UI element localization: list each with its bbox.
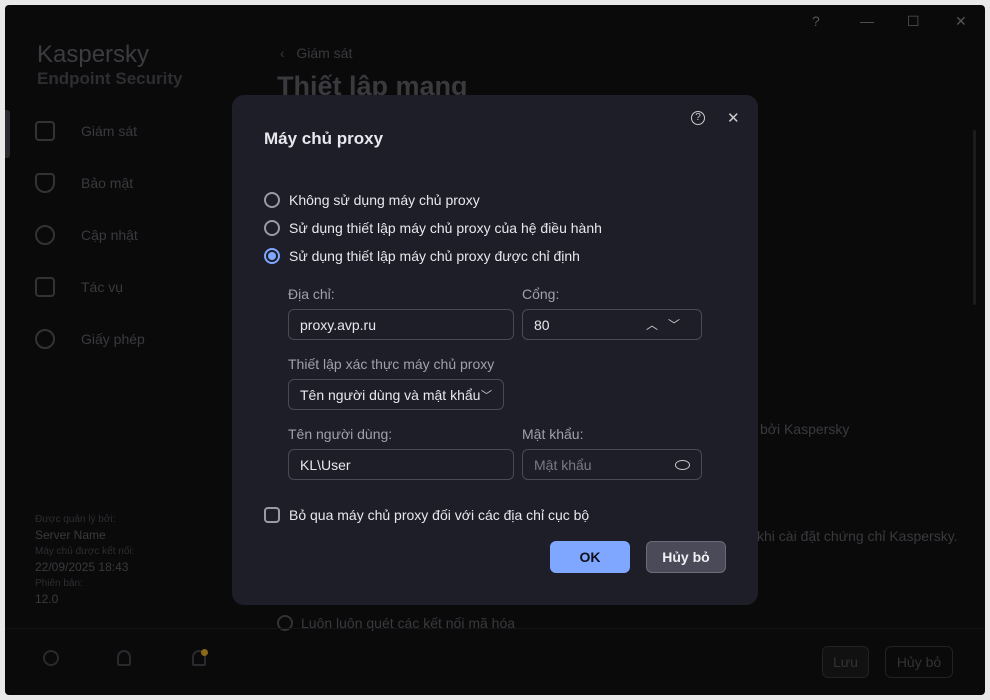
page-text: bởi Kaspersky bbox=[760, 421, 849, 437]
password-label: Mật khẩu: bbox=[522, 426, 583, 442]
shield-icon bbox=[35, 173, 55, 193]
proxy-dialog: Máy chủ proxy ? ✕ Không sử dụng máy chủ … bbox=[232, 95, 758, 605]
save-button[interactable]: Lưu bbox=[822, 646, 869, 678]
brand-name: Kaspersky bbox=[37, 41, 149, 69]
address-label: Địa chỉ: bbox=[288, 286, 335, 302]
decrement-icon[interactable]: ﹀ bbox=[668, 318, 690, 332]
version-label: Phiên bản: bbox=[35, 578, 83, 589]
radio-os-proxy[interactable]: Sử dụng thiết lập máy chủ proxy của hệ đ… bbox=[264, 220, 602, 236]
scrollbar[interactable] bbox=[973, 130, 976, 305]
auth-select[interactable]: Tên người dùng và mật khẩu﹀ bbox=[288, 379, 504, 410]
password-input[interactable]: Mật khẩu bbox=[522, 449, 702, 480]
connected-label: Máy chủ được kết nối: bbox=[35, 546, 134, 557]
help-button[interactable]: ? bbox=[812, 13, 820, 29]
radio-specified-proxy[interactable]: Sử dụng thiết lập máy chủ proxy được chỉ… bbox=[264, 248, 580, 264]
managed-value: Server Name bbox=[35, 528, 106, 542]
address-input[interactable]: proxy.avp.ru bbox=[288, 309, 514, 340]
minimize-button[interactable]: — bbox=[860, 13, 874, 29]
refresh-icon bbox=[35, 225, 55, 245]
page-text: khi cài đặt chứng chỉ Kaspersky. bbox=[757, 528, 958, 544]
auth-label: Thiết lập xác thực máy chủ proxy bbox=[288, 356, 494, 372]
support-icon[interactable] bbox=[117, 650, 131, 666]
brand-product: Endpoint Security bbox=[37, 69, 182, 89]
close-icon[interactable]: ✕ bbox=[727, 109, 740, 127]
maximize-button[interactable]: ☐ bbox=[907, 13, 920, 30]
sidebar-item-tasks[interactable]: Tác vụ bbox=[35, 277, 123, 297]
username-label: Tên người dùng: bbox=[288, 426, 392, 442]
close-window-button[interactable]: ✕ bbox=[955, 13, 967, 30]
radio-no-proxy[interactable]: Không sử dụng máy chủ proxy bbox=[264, 192, 480, 208]
version-value: 12.0 bbox=[35, 592, 58, 606]
checkbox-icon bbox=[264, 507, 280, 523]
sidebar-item-monitoring[interactable]: Giám sát bbox=[35, 121, 137, 141]
port-label: Cổng: bbox=[522, 286, 559, 302]
award-icon bbox=[35, 329, 55, 349]
breadcrumb[interactable]: ‹ Giám sát bbox=[280, 45, 352, 61]
chevron-down-icon: ﹀ bbox=[481, 387, 492, 403]
sidebar-selection-indicator bbox=[5, 110, 10, 158]
radio-icon bbox=[264, 192, 280, 208]
eye-icon[interactable] bbox=[675, 460, 690, 470]
ok-button[interactable]: OK bbox=[550, 541, 630, 573]
radio-icon bbox=[264, 220, 280, 236]
sidebar-item-license[interactable]: Giấy phép bbox=[35, 329, 145, 349]
bypass-local-checkbox[interactable]: Bỏ qua máy chủ proxy đối với các địa chỉ… bbox=[264, 507, 589, 523]
dialog-title: Máy chủ proxy bbox=[264, 129, 383, 149]
managed-label: Được quản lý bởi: bbox=[35, 514, 115, 525]
sidebar-item-security[interactable]: Bảo mật bbox=[35, 173, 133, 193]
port-stepper[interactable]: 80︿﹀ bbox=[522, 309, 702, 340]
radio-checked-icon bbox=[264, 248, 280, 264]
help-icon[interactable]: ? bbox=[691, 111, 705, 125]
cancel-button[interactable]: Hủy bỏ bbox=[885, 646, 953, 678]
username-input[interactable]: KL\User bbox=[288, 449, 514, 480]
settings-icon[interactable] bbox=[43, 650, 59, 666]
dashboard-icon bbox=[35, 121, 55, 141]
dialog-cancel-button[interactable]: Hủy bỏ bbox=[646, 541, 726, 573]
notification-badge bbox=[201, 649, 208, 656]
connected-value: 22/09/2025 18:43 bbox=[35, 560, 128, 574]
clipboard-icon bbox=[35, 277, 55, 297]
increment-icon[interactable]: ︿ bbox=[646, 318, 668, 332]
sidebar-item-update[interactable]: Cập nhật bbox=[35, 225, 138, 245]
